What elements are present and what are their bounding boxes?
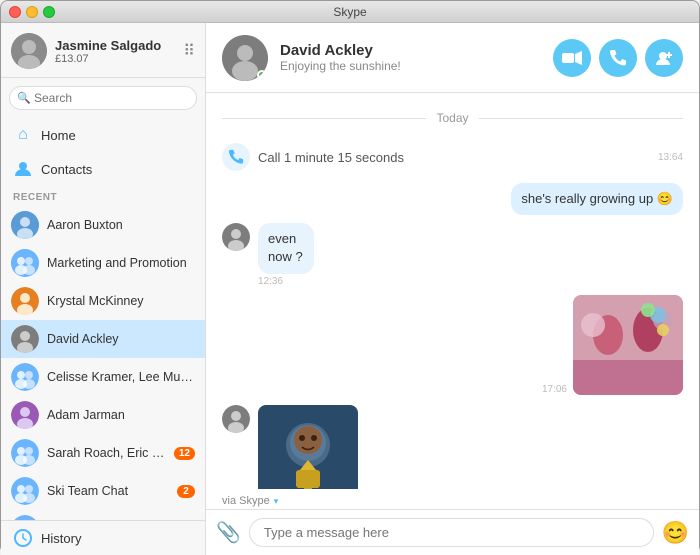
contact-name-marketing-promotion: Marketing and Promotion: [47, 256, 195, 270]
contact-list: Aaron Buxton Marketing and Promotion Kry…: [1, 206, 205, 520]
contact-name-sarah-roach: Sarah Roach, Eric Ishida: [47, 446, 166, 460]
user-avatar: [11, 33, 47, 69]
photo-row-sent: 17:06: [222, 405, 683, 489]
badge-sarah-roach: 12: [174, 447, 195, 460]
online-status-dot: [257, 70, 267, 80]
message-input[interactable]: [249, 518, 654, 547]
avatar-weekly-roundtable: [11, 515, 39, 520]
avatar-ski-team-chat: [11, 477, 39, 505]
contact-item-ski-team-chat[interactable]: Ski Team Chat 2: [1, 472, 205, 510]
user-info: Jasmine Salgado £13.07: [55, 38, 175, 65]
search-icon: 🔍: [17, 92, 31, 105]
nav-home-label: Home: [41, 128, 76, 143]
user-name: Jasmine Salgado: [55, 38, 175, 53]
contacts-icon: [13, 159, 33, 179]
history-icon: [13, 528, 33, 548]
contact-item-marketing-promotion[interactable]: Marketing and Promotion: [1, 244, 205, 282]
minimize-button[interactable]: [26, 6, 38, 18]
via-skype-label: via Skype ▾: [222, 491, 683, 509]
message-bubble-received-1: even now ?: [258, 223, 314, 273]
contact-item-sarah-roach[interactable]: Sarah Roach, Eric Ishida 12: [1, 434, 205, 472]
avatar-david-ackley: [11, 325, 39, 353]
recent-label: RECENT: [1, 186, 205, 206]
nav-home[interactable]: ⌂ Home: [1, 118, 205, 152]
search-box: 🔍: [9, 86, 197, 110]
message-time-received-1: 12:36: [258, 276, 345, 287]
sidebar-header: Jasmine Salgado £13.07 ⠿: [1, 23, 205, 78]
nav-history[interactable]: History: [1, 520, 205, 555]
contact-name-aaron-buxton: Aaron Buxton: [47, 218, 195, 232]
msg-avatar-received-1: [222, 223, 250, 251]
user-credit: £13.07: [55, 53, 175, 65]
voice-call-button[interactable]: [599, 39, 637, 77]
add-contact-button[interactable]: [645, 39, 683, 77]
call-text: Call 1 minute 15 seconds: [258, 150, 404, 165]
contact-name-krystal-mckinney: Krystal McKinney: [47, 294, 195, 308]
chat-contact-name: David Ackley: [280, 42, 541, 59]
photo-col-sent: 17:06: [258, 405, 358, 489]
photo-bubble-left: [258, 405, 358, 489]
contact-name-adam-jarman: Adam Jarman: [47, 408, 195, 422]
chat-input-bar: 📎 😊: [206, 509, 699, 555]
badge-ski-team-chat: 2: [177, 485, 195, 498]
contact-name-ski-team-chat: Ski Team Chat: [47, 484, 169, 498]
avatar-sarah-roach: [11, 439, 39, 467]
contact-name-david-ackley: David Ackley: [47, 332, 195, 346]
message-row-sent-1: she's really growing up 😊: [222, 183, 683, 215]
message-row-received-1: even now ? 12:36: [222, 223, 683, 286]
video-call-button[interactable]: [553, 39, 591, 77]
call-message: Call 1 minute 15 seconds 13:64: [222, 139, 683, 175]
window-controls[interactable]: [9, 6, 55, 18]
avatar-aaron-buxton: [11, 211, 39, 239]
msg-avatar-photo-sent: [222, 405, 250, 433]
photo-row-received: 17:06: [222, 295, 683, 395]
avatar-celisse-kramer: [11, 363, 39, 391]
call-avatar: [222, 143, 250, 171]
photo-time-right: 17:06: [542, 384, 567, 395]
avatar-krystal-mckinney: [11, 287, 39, 315]
avatar-adam-jarman: [11, 401, 39, 429]
nav-contacts-label: Contacts: [41, 162, 92, 177]
chat-messages: Today Call 1 minute 15 seconds 13:64 she…: [206, 93, 699, 489]
attach-icon[interactable]: 📎: [216, 520, 241, 545]
search-input[interactable]: [9, 86, 197, 110]
chat-header-info: David Ackley Enjoying the sunshine!: [280, 42, 541, 73]
contact-item-celisse-kramer[interactable]: Celisse Kramer, Lee Murphy, MJ...: [1, 358, 205, 396]
chat-actions: [553, 39, 683, 77]
message-col-received-1: even now ? 12:36: [258, 223, 345, 286]
home-icon: ⌂: [13, 125, 33, 145]
date-divider: Today: [222, 111, 683, 125]
contact-item-adam-jarman[interactable]: Adam Jarman: [1, 396, 205, 434]
chat-header-avatar: [222, 35, 268, 81]
call-time: 13:64: [658, 152, 683, 163]
titlebar: Skype: [1, 1, 699, 23]
app-container: Jasmine Salgado £13.07 ⠿ 🔍 ⌂ Home Contac…: [1, 23, 699, 555]
maximize-button[interactable]: [43, 6, 55, 18]
app-title: Skype: [333, 5, 366, 19]
via-skype-row: via Skype ▾: [206, 489, 699, 509]
contact-item-weekly-roundtable[interactable]: Weekly roundtable: [1, 510, 205, 520]
via-skype-arrow-icon: ▾: [274, 496, 279, 507]
grid-icon[interactable]: ⠿: [183, 41, 195, 61]
message-bubble-sent-1: she's really growing up 😊: [511, 183, 683, 215]
avatar-marketing-promotion: [11, 249, 39, 277]
nav-contacts[interactable]: Contacts: [1, 152, 205, 186]
contact-name-celisse-kramer: Celisse Kramer, Lee Murphy, MJ...: [47, 370, 195, 384]
sidebar: Jasmine Salgado £13.07 ⠿ 🔍 ⌂ Home Contac…: [1, 23, 206, 555]
user-avatar-img: [11, 33, 47, 69]
chat-contact-status: Enjoying the sunshine!: [280, 59, 541, 73]
close-button[interactable]: [9, 6, 21, 18]
nav-history-label: History: [41, 531, 81, 546]
contact-item-krystal-mckinney[interactable]: Krystal McKinney: [1, 282, 205, 320]
contact-item-david-ackley[interactable]: David Ackley: [1, 320, 205, 358]
contact-item-aaron-buxton[interactable]: Aaron Buxton: [1, 206, 205, 244]
photo-bubble-right: [573, 295, 683, 395]
chat-area: David Ackley Enjoying the sunshine! Toda…: [206, 23, 699, 555]
emoji-picker-button[interactable]: 😊: [662, 520, 689, 546]
chat-header: David Ackley Enjoying the sunshine!: [206, 23, 699, 93]
